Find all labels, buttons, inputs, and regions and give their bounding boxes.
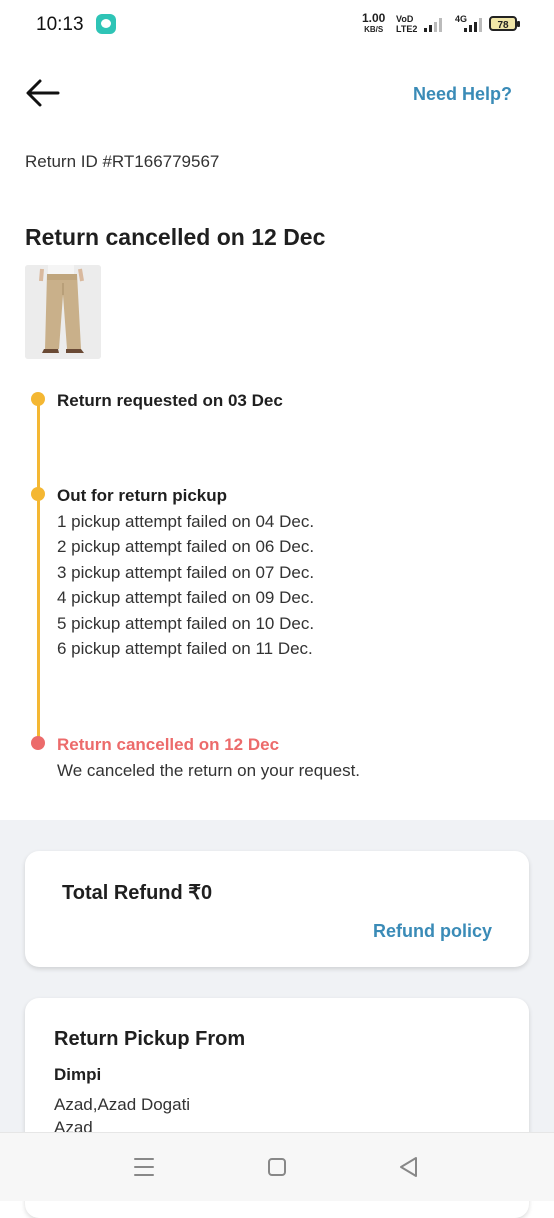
timeline-step-cancelled-title: Return cancelled on 12 Dec <box>57 735 280 754</box>
back-arrow-icon <box>26 79 60 107</box>
system-nav-bar <box>0 1132 554 1201</box>
network-speed: 1.00 KB/S <box>362 11 386 35</box>
timeline-step-requested-title: Return requested on 03 Dec <box>57 391 283 410</box>
pickup-title: Return Pickup From <box>54 1028 246 1050</box>
return-id: Return ID #RT166779567 <box>25 152 220 171</box>
refund-card: Total Refund ₹0 Refund policy <box>25 851 529 967</box>
timeline-dot-pickup <box>31 487 45 501</box>
product-thumbnail[interactable] <box>25 265 101 359</box>
network-speed-unit: KB/S <box>364 25 384 34</box>
pickup-attempt-line: 1 pickup attempt failed on 04 Dec. <box>57 512 315 531</box>
timeline-step-pickup-title: Out for return pickup <box>57 486 227 505</box>
pickup-name: Dimpi <box>54 1065 102 1084</box>
signal-icon <box>424 16 442 32</box>
pickup-address-line: Azad,Azad Dogati <box>54 1095 191 1114</box>
pickup-attempt-line: 6 pickup attempt failed on 11 Dec. <box>57 639 313 658</box>
status-bar: 10:13 1.00 KB/S VoD LTE2 4G 78 <box>0 0 554 48</box>
signal-icon-sim2 <box>464 16 482 32</box>
volte-top: VoD <box>396 14 414 24</box>
back-button[interactable] <box>24 76 62 110</box>
pickup-attempt-line: 3 pickup attempt failed on 07 Dec. <box>57 563 315 582</box>
pickup-attempt-line: 5 pickup attempt failed on 10 Dec. <box>57 614 315 633</box>
refund-policy-link[interactable]: Refund policy <box>373 921 492 942</box>
need-help-link[interactable]: Need Help? <box>413 84 512 105</box>
timeline-line <box>37 400 40 744</box>
timeline-dot-cancelled <box>31 736 45 750</box>
battery-icon: 78 <box>489 16 520 31</box>
timeline-dot-requested <box>31 392 45 406</box>
total-refund: Total Refund ₹0 <box>62 882 213 904</box>
timeline-step-cancelled-note: We canceled the return on your request. <box>57 761 361 780</box>
volte-bottom: LTE2 <box>396 24 418 34</box>
menu-button[interactable] <box>124 1151 164 1183</box>
return-status-title: Return cancelled on 12 Dec <box>25 224 326 250</box>
home-square-icon <box>268 1158 286 1176</box>
trousers-image-icon <box>25 265 101 359</box>
menu-icon <box>134 1158 154 1176</box>
status-time: 10:13 <box>36 14 84 35</box>
network-speed-value: 1.00 <box>362 11 386 25</box>
home-button[interactable] <box>257 1151 297 1183</box>
pickup-attempt-line: 2 pickup attempt failed on 06 Dec. <box>57 537 315 556</box>
back-nav-button[interactable] <box>389 1151 429 1183</box>
chat-notification-icon <box>96 14 116 34</box>
volte-indicator: VoD LTE2 <box>396 14 417 34</box>
back-triangle-icon <box>400 1157 417 1177</box>
pickup-attempt-line: 4 pickup attempt failed on 09 Dec. <box>57 588 315 607</box>
